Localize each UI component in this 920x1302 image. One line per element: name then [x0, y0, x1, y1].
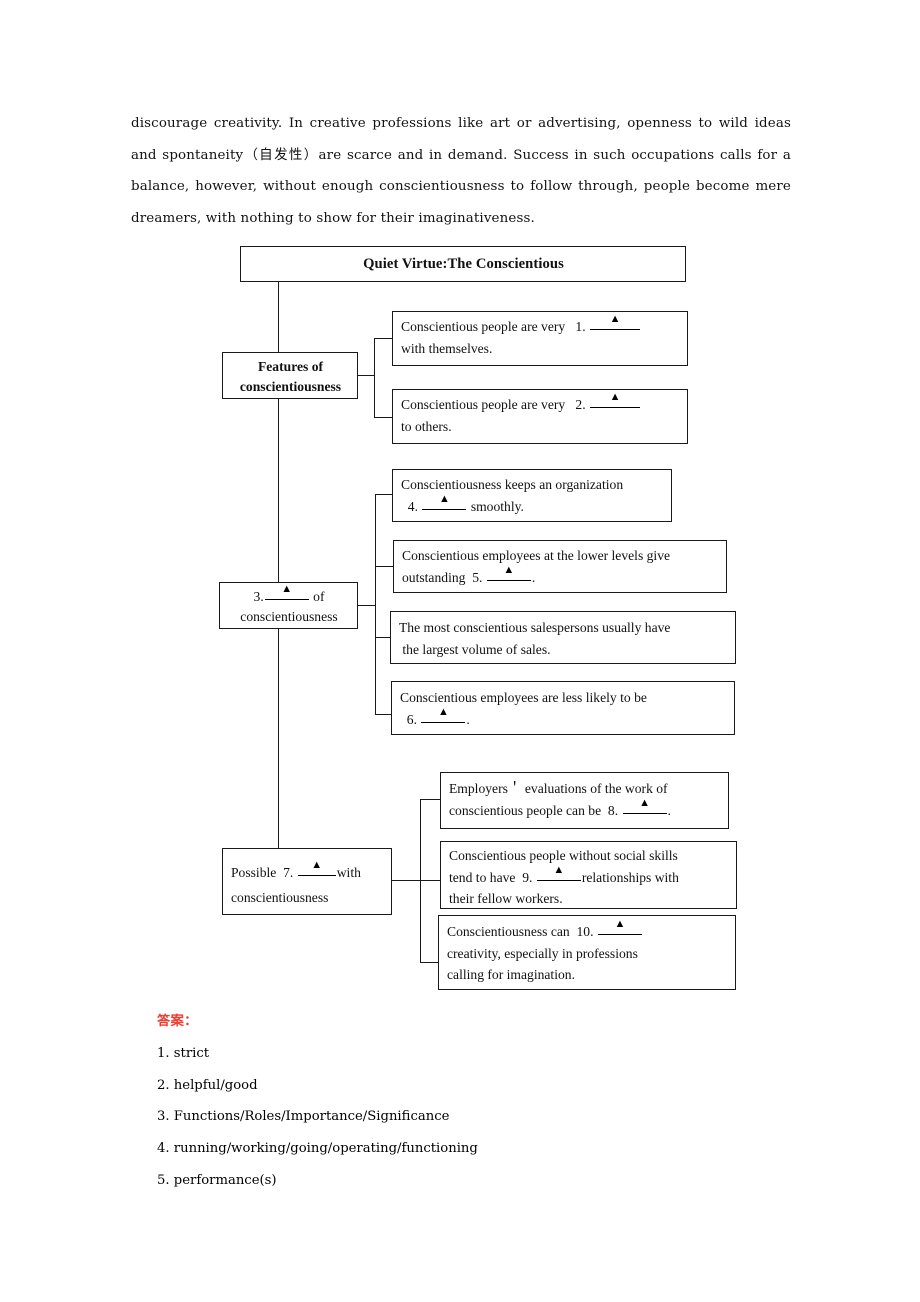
blank-10	[597, 922, 642, 936]
blank-5	[486, 568, 531, 582]
item-8-text-line1: Employers＇ evaluations of the work of	[449, 781, 668, 796]
branch-2-label-box: 3. of conscientiousness	[219, 582, 358, 629]
answer-item-1: 1. strict	[157, 1045, 210, 1061]
branch-2-label-number: 3.	[253, 589, 264, 604]
item-10-text-line2: creativity, especially in professions	[447, 945, 638, 961]
branch-2-item-6-box: Conscientious employees are less likely …	[391, 681, 735, 735]
flowchart-title: Quiet Virtue:The Conscientious	[363, 256, 564, 272]
branch-2-arm-4	[375, 714, 392, 716]
blank-8	[622, 801, 667, 815]
branch-1-arm-1	[374, 338, 393, 340]
branch-3-label-box: Possible 7. with conscientiousness	[222, 848, 392, 915]
branch-3-label-line2: conscientiousness	[231, 890, 329, 905]
answer-section: 答案： 1. strict 2. helpful/good 3. Functio…	[157, 1006, 777, 1197]
branch-2-bracket	[375, 494, 377, 715]
item-sales-line1: The most conscientious salespersons usua…	[399, 620, 671, 635]
branch-3-label-number: 7.	[283, 865, 294, 880]
item-4-tail: smoothly.	[470, 498, 524, 514]
branch-1-label-line1: Features of	[257, 359, 324, 374]
blank-2	[590, 395, 641, 409]
document-page: discourage creativity. In creative profe…	[0, 0, 920, 1302]
item-sales-line2: the largest volume of sales.	[402, 641, 551, 657]
branch-3-label-post: with	[336, 865, 361, 880]
item-5-tail: .	[531, 569, 536, 585]
answer-item-2: 2. helpful/good	[157, 1077, 258, 1093]
branch-1-item-2-box: Conscientious people are very 2. to othe…	[392, 389, 688, 444]
item-6-text-line1: Conscientious employees are less likely …	[400, 690, 647, 705]
branch-3-stub	[392, 880, 421, 882]
item-9-text-pre2: tend to have	[449, 869, 516, 885]
item-9-number: 9.	[522, 869, 533, 885]
item-6-tail: .	[466, 711, 470, 727]
branch-1-stub	[358, 375, 375, 377]
item-1-text-post: with themselves.	[401, 340, 493, 356]
branch-2-item-4-box: Conscientiousness keeps an organization …	[392, 469, 672, 522]
answer-item-3: 3. Functions/Roles/Importance/Significan…	[157, 1109, 450, 1125]
branch-2-arm-3	[375, 637, 391, 639]
branch-3-item-8-box: Employers＇ evaluations of the work of co…	[440, 772, 729, 829]
branch-1-label-line2: conscientiousness	[239, 379, 342, 394]
item-8-tail: .	[667, 802, 671, 818]
item-10-text-pre1: Conscientiousness can	[447, 924, 570, 939]
branch-2-stub	[358, 605, 376, 607]
answer-item-5: 5. performance(s)	[157, 1172, 277, 1188]
answer-item-4: 4. running/working/going/operating/funct…	[157, 1141, 478, 1157]
answer-heading: 答案：	[157, 1014, 198, 1029]
blank-9	[536, 868, 581, 882]
item-9-text-line3: their fellow workers.	[449, 891, 563, 906]
blank-7	[297, 863, 336, 877]
branch-1-item-1-box: Conscientious people are very 1. with th…	[392, 311, 688, 366]
item-1-number: 1.	[575, 319, 586, 334]
flowchart-title-box: Quiet Virtue:The Conscientious	[240, 246, 686, 282]
branch-1-label-box: Features of conscientiousness	[222, 352, 358, 399]
item-9-text-line1: Conscientious people without social skil…	[449, 848, 678, 863]
item-5-number: 5.	[472, 569, 483, 585]
branch-2-item-sales-box: The most conscientious salespersons usua…	[390, 611, 736, 664]
branch-1-arm-2	[374, 417, 393, 419]
item-10-text-line3: calling for imagination.	[447, 967, 575, 982]
item-4-text-line1: Conscientiousness keeps an organization	[401, 477, 624, 492]
item-4-number: 4.	[407, 498, 418, 514]
item-10-number: 10.	[576, 924, 594, 939]
blank-1	[590, 317, 641, 331]
branch-3-item-9-box: Conscientious people without social skil…	[440, 841, 737, 909]
branch-2-item-5-box: Conscientious employees at the lower lev…	[393, 540, 727, 593]
item-8-text-pre2: conscientious people can be	[449, 802, 602, 818]
blank-6	[421, 710, 466, 724]
branch-3-arm-2	[420, 880, 441, 882]
branch-3-label-pre: Possible	[231, 865, 277, 880]
item-8-number: 8.	[607, 802, 619, 818]
item-2-text-post: to others.	[401, 418, 452, 434]
item-1-text-pre: Conscientious people are very	[401, 319, 566, 334]
item-2-number: 2.	[575, 397, 586, 412]
branch-3-arm-1	[420, 799, 441, 801]
blank-3	[264, 587, 309, 601]
branch-2-label-line2: conscientiousness	[240, 609, 338, 624]
branch-3-arm-3	[420, 962, 439, 964]
item-6-number: 6.	[406, 711, 417, 727]
item-2-text-pre: Conscientious people are very	[401, 397, 566, 412]
branch-2-arm-2	[375, 566, 394, 568]
branch-2-arm-1	[375, 494, 393, 496]
flowchart: Quiet Virtue:The Conscientious Features …	[0, 0, 920, 1000]
branch-3-item-10-box: Conscientiousness can 10. creativity, es…	[438, 915, 736, 990]
item-5-text-line1: Conscientious employees at the lower lev…	[402, 548, 671, 563]
branch-1-bracket	[374, 338, 376, 418]
branch-2-label-of: of	[313, 589, 325, 604]
blank-4	[422, 497, 467, 511]
item-9-tail: relationships with	[581, 869, 679, 885]
item-5-text-pre2: outstanding	[402, 569, 466, 585]
